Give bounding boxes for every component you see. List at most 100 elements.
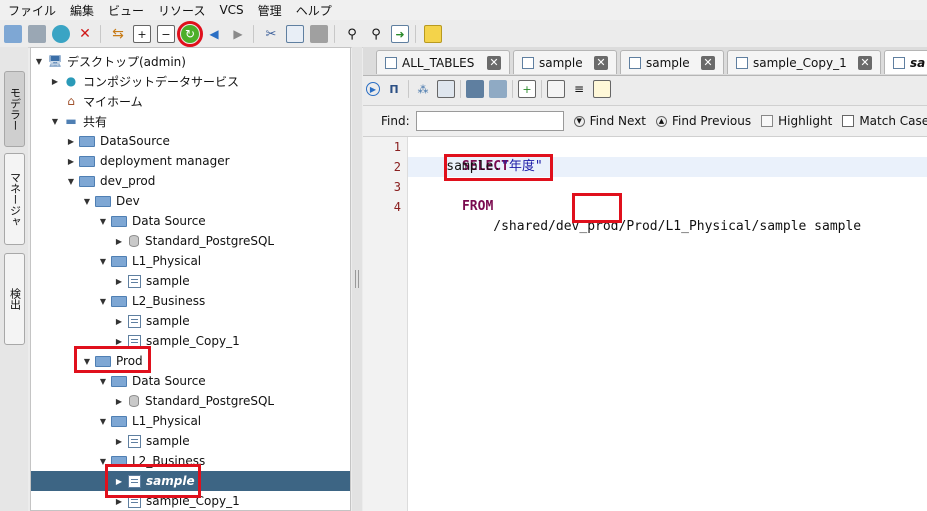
paste-icon[interactable] (310, 25, 328, 43)
tree-node-datasource[interactable]: ▶ DataSource (65, 131, 170, 151)
format-icon[interactable]: ≡ (570, 80, 588, 98)
tree-node-dev-l1-sample[interactable]: ▶ sample (113, 271, 190, 291)
collapsed-arrow-icon[interactable]: ▶ (113, 237, 125, 246)
menu-help[interactable]: ヘルプ (288, 2, 338, 19)
expand-icon[interactable]: + (133, 25, 151, 43)
collapsed-arrow-icon[interactable]: ▶ (65, 157, 77, 166)
tab-sample-2[interactable]: sample ✕ (620, 50, 724, 74)
refresh-icon[interactable]: ↻ (177, 21, 203, 47)
folder-open-icon[interactable] (4, 25, 22, 43)
model-icon[interactable]: ⁂ (414, 80, 432, 98)
tree-node-desktop[interactable]: ▼ 🖥 デスクトップ(admin) (33, 51, 186, 71)
menu-resource[interactable]: リソース (150, 2, 211, 19)
expanded-arrow-icon[interactable]: ▼ (81, 357, 93, 366)
grid-icon[interactable] (437, 80, 455, 98)
menu-file[interactable]: ファイル (0, 2, 62, 19)
tree-node-my-home[interactable]: ⌂ マイホーム (49, 91, 142, 111)
execute-icon[interactable]: ▶ (366, 82, 380, 96)
collapsed-arrow-icon[interactable]: ▶ (113, 337, 125, 346)
find-next-button[interactable]: ▼ Find Next (573, 114, 646, 128)
binoculars-next-icon[interactable]: ⚲ (367, 25, 385, 43)
tree-node-shared[interactable]: ▼ ▬ 共有 (49, 111, 107, 131)
menu-view[interactable]: ビュー (100, 2, 150, 19)
shared-folder-icon: ▬ (65, 114, 77, 128)
tree-node-prod-data-source[interactable]: ▼ Data Source (97, 371, 206, 391)
tree-node-dev[interactable]: ▼ Dev (81, 191, 140, 211)
tree-node-prod-l2-business[interactable]: ▼ L2_Business (97, 451, 205, 471)
tree-node-dev-standard-postgresql[interactable]: ▶ Standard_PostgreSQL (113, 231, 274, 251)
close-icon[interactable]: ✕ (594, 55, 608, 70)
tree-node-prod-l2-sample-selected[interactable]: ▶ sample (31, 471, 350, 491)
collapsed-arrow-icon[interactable]: ▶ (113, 477, 125, 486)
panel-splitter[interactable] (352, 47, 362, 511)
expanded-arrow-icon[interactable]: ▼ (49, 117, 61, 126)
expanded-arrow-icon[interactable]: ▼ (65, 177, 77, 186)
collapse-icon[interactable]: − (157, 25, 175, 43)
collapsed-arrow-icon[interactable]: ▶ (49, 77, 61, 86)
add-icon[interactable]: + (518, 80, 536, 98)
tab-all-tables[interactable]: ALL_TABLES ✕ (376, 50, 510, 74)
find-input[interactable] (415, 111, 564, 131)
collapsed-arrow-icon[interactable]: ▶ (113, 317, 125, 326)
binoculars-icon[interactable]: ⚲ (343, 25, 361, 43)
collapsed-arrow-icon[interactable]: ▶ (113, 397, 125, 406)
tab-sample-1[interactable]: sample ✕ (513, 50, 617, 74)
tree-node-prod-l1-sample[interactable]: ▶ sample (113, 431, 190, 451)
tab-manager[interactable]: マネージャ (4, 153, 25, 245)
close-icon[interactable]: ✕ (487, 55, 501, 70)
expanded-arrow-icon[interactable]: ▼ (97, 257, 109, 266)
tab-modeler[interactable]: モデラー (4, 71, 25, 147)
copy-icon[interactable] (286, 25, 304, 43)
view-icon (128, 314, 141, 328)
menu-admin[interactable]: 管理 (250, 2, 288, 19)
menu-edit[interactable]: 編集 (62, 2, 100, 19)
close-icon[interactable]: ✕ (858, 55, 872, 70)
tree-node-dev-l2-sample[interactable]: ▶ sample (113, 311, 190, 331)
tree-node-prod-standard-postgresql[interactable]: ▶ Standard_PostgreSQL (113, 391, 274, 411)
tree-node-dev-l2-business[interactable]: ▼ L2_Business (97, 291, 205, 311)
tab-sample-active[interactable]: sa (884, 50, 927, 74)
save-sql-icon[interactable] (466, 80, 484, 98)
pi-function-icon[interactable]: Π (385, 80, 403, 98)
expanded-arrow-icon[interactable]: ▼ (97, 217, 109, 226)
expanded-arrow-icon[interactable]: ▼ (97, 417, 109, 426)
expanded-arrow-icon[interactable]: ▼ (33, 57, 45, 66)
document-icon[interactable] (593, 80, 611, 98)
preview-icon[interactable] (547, 80, 565, 98)
collapsed-arrow-icon[interactable]: ▶ (113, 437, 125, 446)
tree-node-prod[interactable]: ▼ Prod (81, 351, 143, 371)
delete-icon[interactable]: ✕ (76, 25, 94, 43)
collapsed-arrow-icon[interactable]: ▶ (113, 277, 125, 286)
tree-node-dev-data-source[interactable]: ▼ Data Source (97, 211, 206, 231)
back-icon[interactable]: ◀ (205, 25, 223, 43)
tree-node-composite-data-service[interactable]: ▶ ● コンポジットデータサービス (49, 71, 239, 91)
save-icon[interactable] (28, 25, 46, 43)
collapsed-arrow-icon[interactable]: ▶ (65, 137, 77, 146)
expanded-arrow-icon[interactable]: ▼ (97, 377, 109, 386)
expanded-arrow-icon[interactable]: ▼ (97, 457, 109, 466)
expanded-arrow-icon[interactable]: ▼ (97, 297, 109, 306)
tab-discovery[interactable]: 検出 (4, 253, 25, 345)
export-icon[interactable]: ➜ (391, 25, 409, 43)
note-icon[interactable] (424, 25, 442, 43)
close-icon[interactable]: ✕ (701, 55, 715, 70)
tree-node-dev-prod[interactable]: ▼ dev_prod (65, 171, 155, 191)
expanded-arrow-icon[interactable]: ▼ (81, 197, 93, 206)
tree-node-deployment-manager[interactable]: ▶ deployment manager (65, 151, 230, 171)
export-sql-icon[interactable] (489, 80, 507, 98)
forward-icon[interactable]: ▶ (229, 25, 247, 43)
undo-icon[interactable]: ⇆ (109, 25, 127, 43)
tab-sample-copy-1[interactable]: sample_Copy_1 ✕ (727, 50, 881, 74)
tree-node-prod-l1-physical[interactable]: ▼ L1_Physical (97, 411, 201, 431)
menu-vcs[interactable]: VCS (211, 3, 249, 17)
sql-editor[interactable]: 1 2 3 4 SELECT sample."年度" FROM /shared/… (363, 137, 927, 511)
highlight-button[interactable]: Highlight (761, 114, 832, 128)
tree-node-dev-l2-sample-copy-1[interactable]: ▶ sample_Copy_1 (113, 331, 240, 351)
match-case-checkbox[interactable]: Match Case (842, 114, 927, 128)
cut-icon[interactable]: ✂ (262, 25, 280, 43)
collapsed-arrow-icon[interactable]: ▶ (113, 497, 125, 506)
find-previous-button[interactable]: ▲ Find Previous (656, 114, 751, 128)
tree-node-dev-l1-physical[interactable]: ▼ L1_Physical (97, 251, 201, 271)
globe-icon[interactable] (52, 25, 70, 43)
tree-node-prod-l2-sample-copy-1[interactable]: ▶ sample_Copy_1 (113, 491, 240, 510)
